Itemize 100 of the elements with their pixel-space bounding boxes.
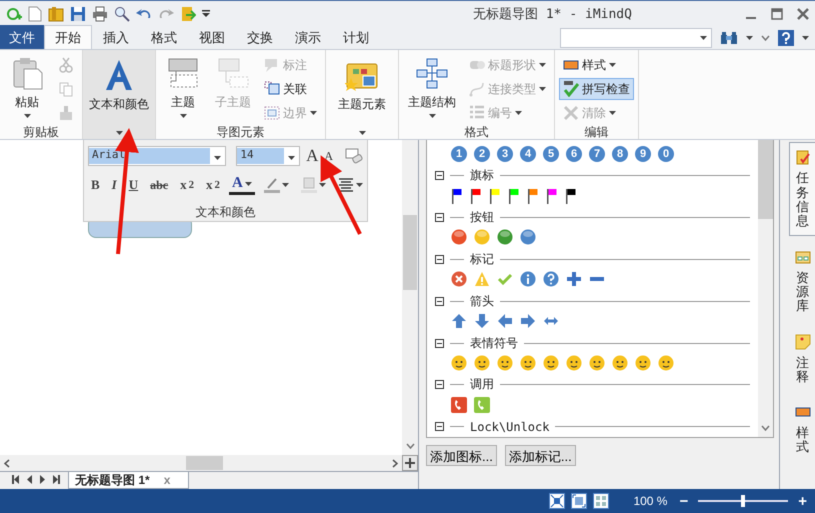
search-field[interactable] — [560, 28, 712, 48]
ribbon-tab[interactable]: 开始 — [44, 25, 92, 50]
info-icon[interactable] — [520, 271, 536, 288]
ribbon-button[interactable]: 主题 — [160, 54, 206, 124]
flag-icon[interactable] — [527, 188, 539, 204]
number-badge[interactable]: 9 — [635, 146, 651, 162]
side-tab[interactable]: 任务信息 — [789, 142, 815, 236]
document-icon[interactable] — [28, 6, 42, 22]
ball-icon[interactable] — [497, 229, 513, 246]
collapse-icon[interactable] — [435, 212, 444, 222]
next-icon[interactable] — [40, 474, 45, 484]
caret-icon[interactable] — [214, 156, 222, 160]
side-tab[interactable]: 资源库 — [789, 242, 815, 321]
plus-icon[interactable] — [566, 271, 582, 288]
number-badge[interactable]: 7 — [589, 146, 605, 162]
ribbon-tab[interactable]: 视图 — [188, 25, 236, 50]
collapse-icon[interactable] — [435, 338, 444, 348]
save-icon[interactable] — [70, 6, 86, 22]
error-icon[interactable] — [451, 271, 467, 288]
ribbon-button[interactable]: 关联 — [260, 78, 321, 100]
chevron-down-icon[interactable] — [761, 425, 770, 432]
font-field[interactable]: Arial — [88, 146, 226, 166]
ribbon-button[interactable]: 主题结构 — [403, 54, 461, 124]
chevron-down-icon[interactable] — [406, 443, 414, 450]
ribbon-tab[interactable]: 计划 — [332, 25, 380, 50]
ribbon-button[interactable]: 粘贴 — [4, 54, 50, 124]
folder-icon[interactable] — [48, 6, 64, 22]
arrow-up-icon[interactable] — [451, 313, 467, 330]
flag-icon[interactable] — [451, 188, 463, 204]
italic-button[interactable]: I — [108, 177, 120, 194]
caret-icon[interactable] — [746, 36, 753, 40]
caret-icon[interactable] — [358, 131, 366, 136]
customize-icon[interactable] — [202, 10, 210, 18]
zoom-in-button[interactable]: + — [798, 492, 807, 510]
ribbon-group-button[interactable]: 主题元素 — [326, 50, 399, 140]
arrow-left-icon[interactable] — [497, 313, 513, 330]
eraser-icon[interactable] — [345, 148, 363, 164]
print-icon[interactable] — [92, 6, 108, 22]
new-icon[interactable] — [6, 6, 22, 22]
ball-icon[interactable] — [451, 229, 467, 246]
smiley-icon[interactable] — [566, 355, 582, 371]
bold-button[interactable]: B — [88, 177, 103, 194]
flag-icon[interactable] — [470, 188, 482, 204]
strikethrough-button[interactable]: abc — [147, 178, 172, 193]
ball-icon[interactable] — [520, 229, 536, 246]
caret-icon[interactable] — [428, 114, 436, 118]
phone-icon[interactable] — [451, 396, 467, 413]
number-badge[interactable]: 4 — [520, 146, 536, 162]
ribbon-group-button[interactable]: 文本和颜色 — [83, 50, 156, 140]
caret-icon[interactable] — [244, 182, 252, 186]
help-icon[interactable] — [778, 30, 794, 46]
fit-width-icon[interactable] — [571, 493, 588, 510]
grow-font-button[interactable]: A — [306, 146, 318, 166]
add-button[interactable] — [402, 455, 418, 472]
smiley-icon[interactable] — [474, 355, 490, 371]
font-color-button[interactable]: A — [228, 175, 255, 196]
scrollbar-thumb[interactable] — [186, 456, 223, 470]
ribbon-button[interactable]: 样式 — [559, 54, 634, 76]
fit-page-icon[interactable] — [549, 493, 566, 510]
maximize-icon[interactable] — [771, 8, 783, 20]
smiley-icon[interactable] — [497, 355, 513, 371]
collapse-icon[interactable] — [435, 380, 444, 390]
chevron-left-icon[interactable] — [4, 458, 10, 468]
number-badge[interactable]: 3 — [497, 146, 513, 162]
caret-icon[interactable] — [318, 183, 326, 188]
flag-icon[interactable] — [489, 188, 501, 204]
smiley-icon[interactable] — [451, 355, 467, 371]
smiley-icon[interactable] — [589, 355, 605, 371]
previous-icon[interactable] — [27, 474, 32, 484]
collapse-icon[interactable] — [435, 254, 444, 264]
arrow-down-icon[interactable] — [474, 313, 490, 330]
number-badge[interactable]: 6 — [566, 146, 582, 162]
side-tab[interactable]: 样式 — [789, 397, 815, 462]
side-tab[interactable]: 注释 — [789, 326, 815, 392]
shrink-font-button[interactable]: A — [324, 148, 334, 164]
number-badge[interactable]: 5 — [543, 146, 559, 162]
ribbon-tab[interactable]: 格式 — [140, 25, 188, 50]
tab-close-button[interactable]: x — [164, 473, 170, 488]
smiley-icon[interactable] — [635, 355, 651, 371]
caret-icon[interactable] — [282, 183, 289, 188]
add-button[interactable]: 添加标记... — [504, 445, 576, 466]
collapse-icon[interactable] — [435, 171, 444, 180]
collapse-icon[interactable] — [435, 422, 444, 432]
first-page-icon[interactable] — [12, 474, 19, 484]
ribbon-tab[interactable]: 演示 — [284, 25, 332, 50]
number-badge[interactable]: 8 — [612, 146, 628, 162]
zoom-out-button[interactable]: − — [679, 492, 688, 510]
number-badge[interactable]: 0 — [658, 146, 674, 162]
export-icon[interactable] — [180, 6, 196, 22]
scrollbar-thumb[interactable] — [758, 140, 773, 220]
binoculars-icon[interactable] — [720, 31, 738, 46]
caret-icon[interactable] — [356, 183, 363, 188]
smiley-icon[interactable] — [520, 355, 536, 371]
ribbon-tab[interactable]: 交换 — [236, 25, 284, 50]
magnifier-icon[interactable] — [114, 6, 130, 22]
caret-icon[interactable] — [609, 63, 616, 68]
number-badge[interactable]: 1 — [451, 146, 467, 162]
last-page-icon[interactable] — [53, 474, 60, 484]
ribbon-button[interactable]: 拼写检查 — [559, 78, 634, 100]
smiley-icon[interactable] — [612, 355, 628, 371]
